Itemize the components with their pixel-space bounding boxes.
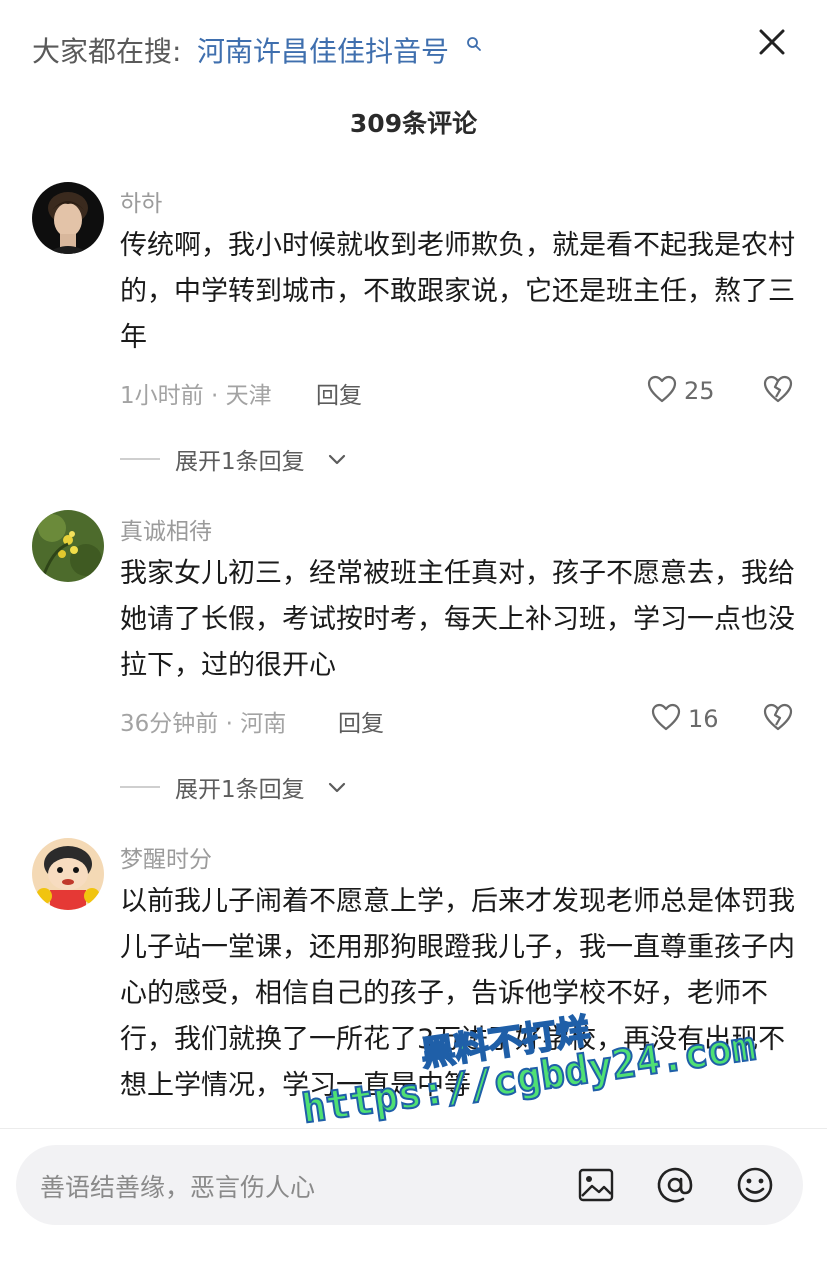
broken-heart-icon[interactable] [762, 701, 794, 733]
expand-replies-label: 展开1条回复 [175, 449, 305, 475]
expand-replies-button[interactable]: 展开1条回复 [120, 770, 360, 803]
reply-button[interactable]: 回复 [338, 704, 384, 738]
like-count: 16 [688, 705, 719, 733]
search-suggestion-link[interactable]: 河南许昌佳佳抖音号 [197, 30, 449, 70]
search-icon[interactable] [466, 36, 482, 52]
comment-time-location: 36分钟前 · 河南 [120, 711, 287, 737]
emoji-icon[interactable] [735, 1165, 775, 1205]
avatar[interactable] [32, 510, 104, 582]
search-suggestion-prefix: 大家都在搜: [32, 35, 182, 68]
avatar[interactable] [32, 838, 104, 910]
comment-text: 传统啊，我小时候就收到老师欺负，就是看不起我是农村的，中学转到城市，不敢跟家说，… [120, 230, 795, 353]
comment-username[interactable]: 真诚相待 [120, 512, 212, 546]
image-icon[interactable] [576, 1165, 616, 1205]
broken-heart-icon[interactable] [762, 373, 794, 405]
comment-time-location: 1小时前 · 天津 [120, 383, 272, 409]
divider-line [120, 786, 160, 788]
heart-icon[interactable] [646, 373, 678, 405]
comment-input-bar[interactable]: 善语结善缘，恶言伤人心 [16, 1145, 803, 1225]
comment-text: 以前我儿子闹着不愿意上学，后来才发现老师总是体罚我儿子站一堂课，还用那狗眼蹬我儿… [120, 886, 795, 1101]
comment-username[interactable]: 梦醒时分 [120, 840, 212, 874]
divider-line [120, 458, 160, 460]
reply-button[interactable]: 回复 [316, 376, 362, 410]
comment-username[interactable]: 하하 [120, 184, 162, 218]
avatar[interactable] [32, 182, 104, 254]
comment-text: 我家女儿初三，经常被班主任真对，孩子不愿意去，我给她请了长假，考试按时考，每天上… [120, 558, 795, 681]
close-icon[interactable] [752, 22, 792, 62]
chevron-down-icon [328, 454, 346, 465]
comment-input-placeholder[interactable]: 善语结善缘，恶言伤人心 [40, 1168, 315, 1204]
at-icon[interactable] [655, 1165, 695, 1205]
top-bar: 大家都在搜: 河南许昌佳佳抖音号 [0, 0, 827, 100]
heart-icon[interactable] [650, 701, 682, 733]
chevron-down-icon [328, 782, 346, 793]
like-count: 25 [684, 377, 715, 405]
comment-count-title: 309条评论 [349, 109, 478, 138]
divider [0, 1128, 827, 1129]
expand-replies-button[interactable]: 展开1条回复 [120, 442, 360, 475]
expand-replies-label: 展开1条回复 [175, 777, 305, 803]
